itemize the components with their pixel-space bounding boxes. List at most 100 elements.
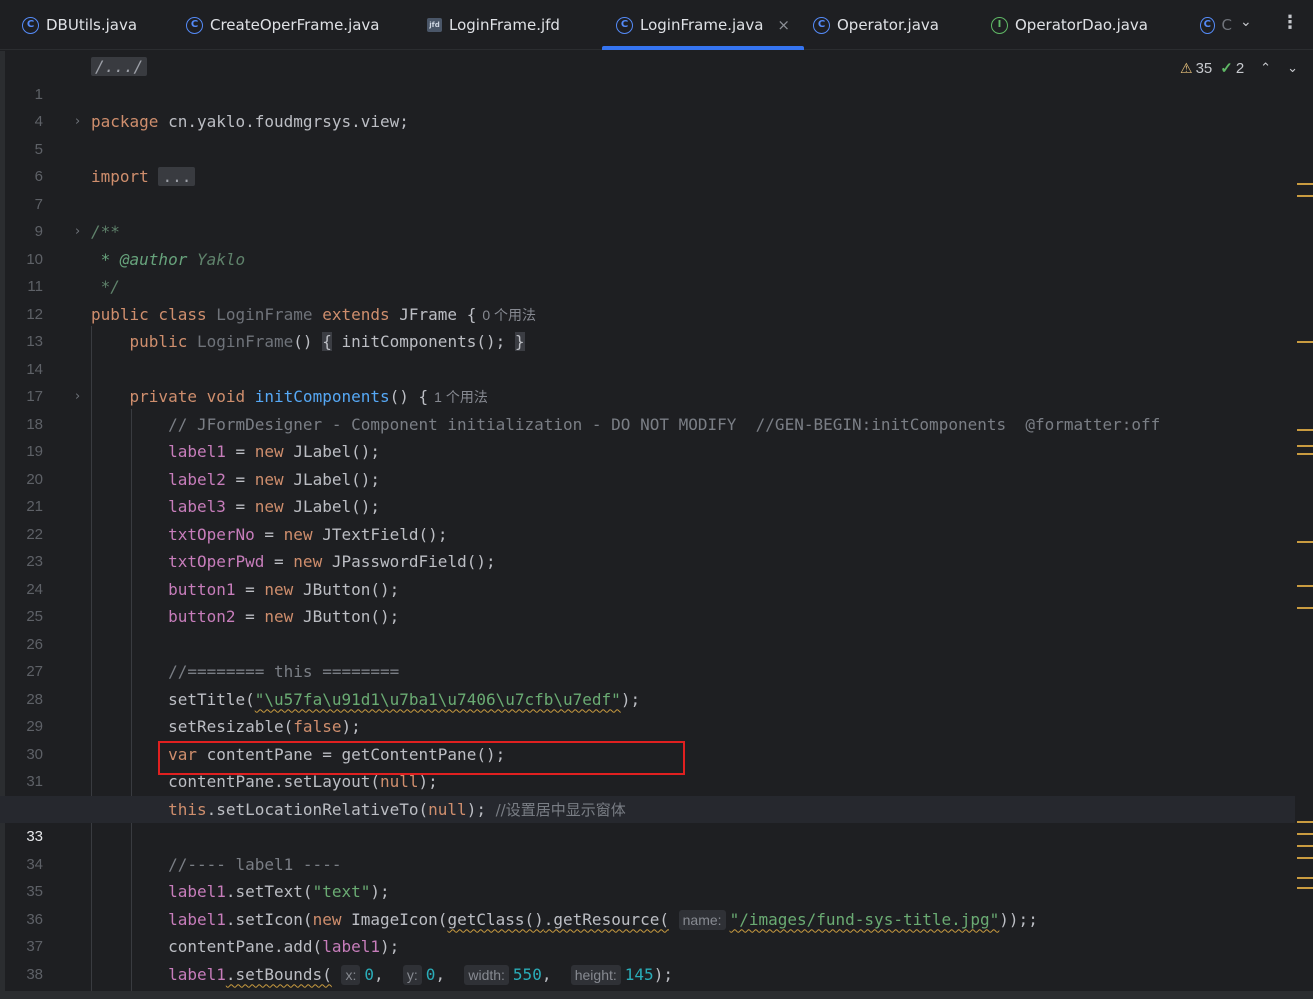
- close-icon[interactable]: ×: [777, 16, 790, 34]
- type: JLabel();: [293, 442, 381, 461]
- punct: );: [620, 689, 641, 709]
- code-line: 10 /**: [0, 218, 1295, 268]
- scroll-marker[interactable]: [1297, 541, 1313, 543]
- keyword: false: [293, 717, 342, 736]
- usage-hint[interactable]: 1 个用法: [434, 389, 488, 405]
- inspection-widget[interactable]: ⚠ 35 ✓ 2 ⌃ ⌄: [1180, 59, 1298, 78]
- scroll-marker[interactable]: [1297, 833, 1313, 835]
- code-line: 38 contentPane.add(label1);: [0, 933, 1295, 983]
- scroll-marker[interactable]: [1297, 429, 1313, 431]
- chevron-down-icon[interactable]: ⌄: [1287, 60, 1298, 76]
- ok-count: 2: [1235, 59, 1245, 77]
- scroll-marker[interactable]: [1297, 445, 1313, 447]
- code-line: 24 txtOperPwd = new JPasswordField();: [0, 548, 1295, 598]
- code-line: 7 › import ...: [0, 163, 1295, 239]
- type: JLabel();: [293, 469, 381, 489]
- number: 550: [512, 964, 542, 984]
- keyword: public class: [91, 304, 207, 324]
- field: label1: [322, 937, 380, 956]
- field: label2: [168, 469, 226, 489]
- call: setTitle(: [168, 689, 255, 709]
- call: .getResource(: [543, 909, 669, 929]
- constructor-name: LoginFrame: [187, 332, 294, 351]
- tab-loginframe-java[interactable]: C LoginFrame.java ×: [602, 0, 804, 50]
- tab-truncated[interactable]: C C: [1200, 0, 1232, 50]
- warning-icon: ⚠: [1180, 59, 1193, 76]
- java-class-icon: C: [813, 16, 830, 34]
- chevron-down-icon[interactable]: ⌄: [1240, 14, 1252, 30]
- call: contentPane.add(: [168, 937, 323, 956]
- more-options-icon[interactable]: ⋮: [1281, 12, 1299, 33]
- parens: (): [293, 332, 313, 351]
- field: label1: [168, 882, 226, 901]
- code-line: 1 › /.../: [0, 53, 1295, 129]
- code-line: 21 label2 = new JLabel();: [0, 466, 1295, 516]
- scroll-marker[interactable]: [1297, 857, 1313, 859]
- tab-operatordao[interactable]: I OperatorDao.java: [991, 0, 1148, 50]
- number: 0: [364, 964, 374, 984]
- method-name: initComponents: [254, 387, 390, 406]
- comment: //设置居中显示窗体: [495, 800, 626, 819]
- scroll-marker[interactable]: [1297, 877, 1313, 879]
- tab-label: Operator.java: [837, 16, 939, 34]
- code-line: 39 label1.setBounds( x:0, y:0, width:550…: [0, 961, 1295, 989]
- code-line: 35 //---- label1 ----: [0, 851, 1295, 901]
- tab-operator[interactable]: C Operator.java: [813, 0, 939, 50]
- class-name: LoginFrame: [206, 304, 323, 324]
- type: JButton();: [302, 579, 400, 599]
- tab-label: LoginFrame.java: [640, 16, 764, 34]
- code-line: 20 label1 = new JLabel();: [0, 438, 1295, 488]
- folded-header[interactable]: /.../: [91, 57, 148, 76]
- scroll-marker[interactable]: [1297, 607, 1313, 609]
- scroll-marker[interactable]: [1297, 453, 1313, 455]
- editor-tab-bar: C DBUtils.java C CreateOperFrame.java jf…: [0, 0, 1313, 50]
- assign-new: = new: [264, 552, 323, 571]
- tab-label: C: [1221, 16, 1232, 34]
- code-line: 6: [0, 136, 1295, 185]
- string-literal: "\u57fa\u91d1\u7ba1\u7406\u7cfb\u7edf": [254, 689, 621, 709]
- tab-createoperframe[interactable]: C CreateOperFrame.java: [186, 0, 380, 50]
- scroll-marker[interactable]: [1297, 845, 1313, 847]
- folded-imports[interactable]: ...: [158, 167, 196, 186]
- scroll-marker[interactable]: [1297, 887, 1313, 889]
- package-name: cn.yaklo.foudmgrsys.view;: [158, 112, 409, 131]
- field: button2: [168, 607, 236, 626]
- code-line: 4: [0, 81, 1295, 130]
- tab-loginframe-jfd[interactable]: jfd LoginFrame.jfd: [427, 0, 560, 50]
- code-line: 22 label3 = new JLabel();: [0, 493, 1295, 543]
- field: label1: [168, 909, 226, 929]
- type: JPasswordField();: [331, 552, 496, 571]
- code-line: 17: [0, 356, 1295, 405]
- scroll-marker[interactable]: [1297, 821, 1313, 823]
- number: 145: [624, 964, 654, 984]
- warning-count: 35: [1195, 59, 1213, 77]
- call: .setIcon(: [225, 909, 313, 929]
- javadoc: */: [91, 277, 120, 296]
- call: .setBounds(: [225, 964, 332, 984]
- scroll-marker[interactable]: [1297, 585, 1313, 587]
- code-line: 13 public class LoginFrame extends JFram…: [0, 301, 1295, 351]
- code-line-current: 33 this.setLocationRelativeTo(null); //设…: [0, 795, 1295, 845]
- java-class-icon: C: [1200, 16, 1215, 34]
- param-hint: name:: [678, 909, 726, 930]
- chevron-up-icon[interactable]: ⌃: [1260, 60, 1271, 76]
- scroll-marker[interactable]: [1297, 183, 1313, 185]
- code-line: 37 label1.setIcon(new ImageIcon(getClass…: [0, 906, 1295, 955]
- field: label3: [168, 497, 226, 516]
- number: 0: [425, 964, 436, 984]
- call: .setLocationRelativeTo(: [206, 799, 429, 819]
- java-class-icon: C: [186, 16, 203, 34]
- code-editor[interactable]: 1 › /.../ 4 5 package cn.yaklo.foudmgrsy…: [0, 51, 1313, 991]
- punct: );: [379, 937, 400, 956]
- scroll-marker[interactable]: [1297, 195, 1313, 197]
- folded-brace: {: [322, 332, 332, 351]
- comment: //======== this ========: [168, 662, 400, 681]
- scroll-marker[interactable]: [1297, 341, 1313, 343]
- tab-dbutils[interactable]: C DBUtils.java: [22, 0, 137, 50]
- annotation-highlight-box: [158, 741, 685, 775]
- code-line: 12 */: [0, 273, 1295, 323]
- code-line: 27: [0, 631, 1295, 680]
- param-hint: width:: [464, 964, 509, 985]
- usage-hint[interactable]: 0 个用法: [482, 307, 536, 323]
- javadoc: /**: [91, 222, 120, 241]
